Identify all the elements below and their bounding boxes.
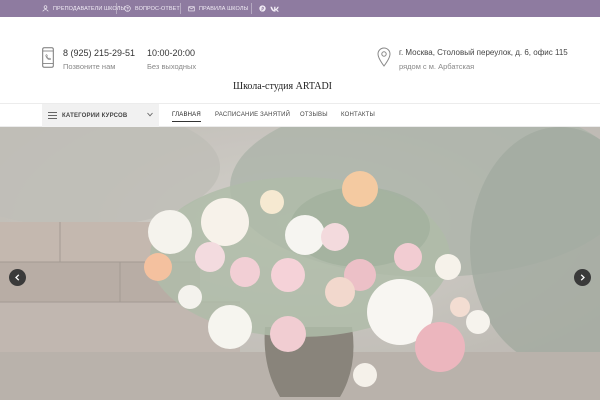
header-phone[interactable]: 8 (925) 215-29-51 (63, 48, 135, 58)
topbar-divider (116, 3, 117, 14)
slider-next-button[interactable] (574, 269, 591, 286)
site-name[interactable]: Школа-студия ARTADI (0, 81, 565, 92)
pinterest-icon (259, 5, 266, 12)
teacher-icon (42, 5, 49, 12)
phone-icon (42, 47, 54, 68)
hero-slider (0, 127, 600, 400)
header-hours: 10:00-20:00 (147, 48, 196, 58)
topbar-link-teachers[interactable]: Преподаватели школы (42, 0, 125, 17)
chevron-right-icon (580, 274, 585, 281)
topbar-divider (251, 3, 252, 14)
menu-icon (48, 112, 57, 119)
main-nav: Категории курсов Главная Расписание заня… (0, 103, 600, 127)
topbar-link-rules[interactable]: Правила школы (188, 0, 249, 17)
header-days: Без выходных (147, 62, 197, 71)
header-address: г. Москва, Столовый переулок, д. 6, офис… (399, 48, 568, 57)
top-bar: Преподаватели школы Вопрос-ответ Правила… (0, 0, 600, 17)
nav-link-schedule[interactable]: Расписание занятий (215, 104, 290, 127)
topbar-link-label: Преподаватели школы (53, 5, 126, 12)
question-icon (124, 5, 131, 12)
header-metro: рядом с м. Арбатская (399, 62, 475, 71)
vk-icon (270, 6, 279, 12)
pinterest-link[interactable] (259, 0, 266, 17)
course-categories-label: Категории курсов (62, 112, 128, 119)
location-pin-icon (377, 47, 391, 67)
rules-icon (188, 6, 195, 12)
chevron-left-icon (15, 274, 20, 281)
header-call-label: Позвоните нам (63, 62, 116, 71)
topbar-divider (180, 3, 181, 14)
nav-link-contacts[interactable]: Контакты (341, 104, 375, 127)
topbar-link-label: Вопрос-ответ (135, 5, 180, 12)
vk-link[interactable] (270, 0, 279, 17)
topbar-link-label: Правила школы (199, 5, 249, 12)
chevron-down-icon (147, 112, 153, 117)
topbar-link-faq[interactable]: Вопрос-ответ (124, 0, 180, 17)
slider-prev-button[interactable] (9, 269, 26, 286)
flower-bouquet-photo (0, 127, 600, 400)
course-categories-button[interactable]: Категории курсов (42, 104, 159, 127)
nav-link-home[interactable]: Главная (172, 104, 201, 127)
nav-link-reviews[interactable]: Отзывы (300, 104, 328, 127)
